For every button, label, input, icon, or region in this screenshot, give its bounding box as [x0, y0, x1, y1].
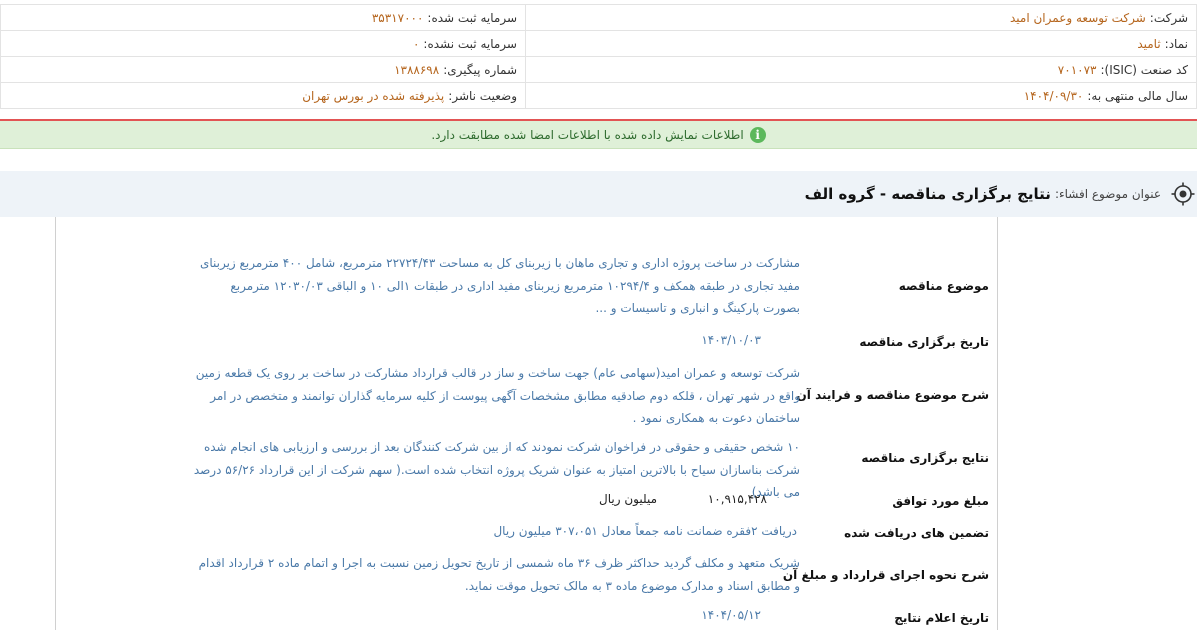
detail-date-label: تاریخ برگزاری مناقصه [859, 335, 989, 349]
company-label: شرکت: [1149, 10, 1188, 25]
publisher-status-cell: وضعیت ناشر: پذیرفته شده در بورس تهران [0, 82, 526, 109]
fiscal-year-label: سال مالی منتهی به: [1087, 88, 1188, 103]
registered-capital-cell: سرمایه ثبت شده: ۳۵۳۱۷۰۰۰ [0, 4, 526, 31]
unregistered-capital-label: سرمایه ثبت نشده: [423, 36, 517, 51]
detail-announce-value: ۱۴۰۴/۰۵/۱۲ [701, 608, 761, 622]
detail-execution-value: شریک متعهد و مکلف گردید حداکثر ظرف ۳۶ ما… [198, 556, 800, 593]
isic-cell: کد صنعت (ISIC): ۷۰۱۰۷۳ [525, 56, 1197, 83]
detail-amount-unit: میلیون ریال [599, 492, 657, 506]
detail-execution-label: شرح نحوه اجرای قرارداد و مبلغ آن [782, 568, 989, 582]
detail-announce-label: تاریخ اعلام نتایج [894, 611, 989, 625]
info-icon: i [749, 126, 766, 143]
verification-alert: i اطلاعات نمایش داده شده با اطلاعات امضا… [0, 119, 1197, 149]
detail-process-value: شرکت توسعه و عمران امید(سهامی عام) جهت س… [195, 366, 800, 425]
header-row-company: شرکت: شرکت توسعه وعمران امید سرمایه ثبت … [0, 4, 1197, 31]
fiscal-year-value: ۱۴۰۴/۰۹/۳۰ [1023, 88, 1084, 103]
company-value[interactable]: شرکت توسعه وعمران امید [1010, 11, 1146, 25]
symbol-label: نماد: [1164, 36, 1188, 51]
topic-label: عنوان موضوع افشاء: [1054, 187, 1161, 201]
topic-bar: عنوان موضوع افشاء: نتایج برگزاری مناقصه … [0, 171, 1197, 217]
topic-title: نتایج برگزاری مناقصه - گروه الف [804, 185, 1051, 203]
unregistered-capital-cell: سرمایه ثبت نشده: ۰ [0, 30, 526, 57]
detail-subject-value: مشارکت در ساخت پروژه اداری و تجاری ماهان… [199, 256, 800, 315]
alert-text: اطلاعات نمایش داده شده با اطلاعات امضا ش… [431, 127, 744, 142]
unregistered-capital-value: ۰ [412, 36, 420, 51]
header-row-fiscal: سال مالی منتهی به: ۱۴۰۴/۰۹/۳۰ وضعیت ناشر… [0, 82, 1197, 109]
detail-amount-value: ۱۰,۹۱۵,۴۲۸ [707, 492, 767, 506]
disclosure-page: شرکت: شرکت توسعه وعمران امید سرمایه ثبت … [0, 0, 1197, 630]
target-icon [1171, 182, 1195, 206]
header-row-isic: کد صنعت (ISIC): ۷۰۱۰۷۳ شماره پیگیری: ۱۳۸… [0, 56, 1197, 83]
detail-results-label: نتایج برگزاری مناقصه [861, 451, 989, 465]
publisher-status-label: وضعیت ناشر: [448, 88, 517, 103]
symbol-cell: نماد: ثامید [525, 30, 1197, 57]
fiscal-year-cell: سال مالی منتهی به: ۱۴۰۴/۰۹/۳۰ [525, 82, 1197, 109]
detail-guarantee-value: دریافت ۲فقره ضمانت نامه جمعاً معادل ۳۰۷،… [493, 524, 797, 538]
registered-capital-label: سرمایه ثبت شده: [427, 10, 517, 25]
publisher-status-value: پذیرفته شده در بورس تهران [302, 88, 445, 103]
company-cell: شرکت: شرکت توسعه وعمران امید [525, 4, 1197, 31]
tracking-number-cell: شماره پیگیری: ۱۳۸۸۶۹۸ [0, 56, 526, 83]
isic-label: کد صنعت (ISIC): [1100, 62, 1188, 77]
isic-value: ۷۰۱۰۷۳ [1057, 62, 1097, 77]
header-row-symbol: نماد: ثامید سرمایه ثبت نشده: ۰ [0, 30, 1197, 57]
symbol-value[interactable]: ثامید [1137, 37, 1160, 51]
tracking-number-label: شماره پیگیری: [443, 62, 517, 77]
registered-capital-value: ۳۵۳۱۷۰۰۰ [371, 10, 424, 25]
detail-date-value: ۱۴۰۳/۱۰/۰۳ [701, 333, 761, 347]
tracking-number-value: ۱۳۸۸۶۹۸ [394, 62, 440, 77]
detail-amount-label: مبلغ مورد توافق [892, 494, 989, 508]
detail-guarantee-label: تضمین های دریافت شده [844, 526, 989, 540]
detail-subject-label: موضوع مناقصه [898, 279, 989, 293]
details-panel: موضوع مناقصه مشارکت در ساخت پروژه اداری … [55, 217, 998, 630]
detail-process-label: شرح موضوع مناقصه و فرایند آن [796, 388, 989, 402]
